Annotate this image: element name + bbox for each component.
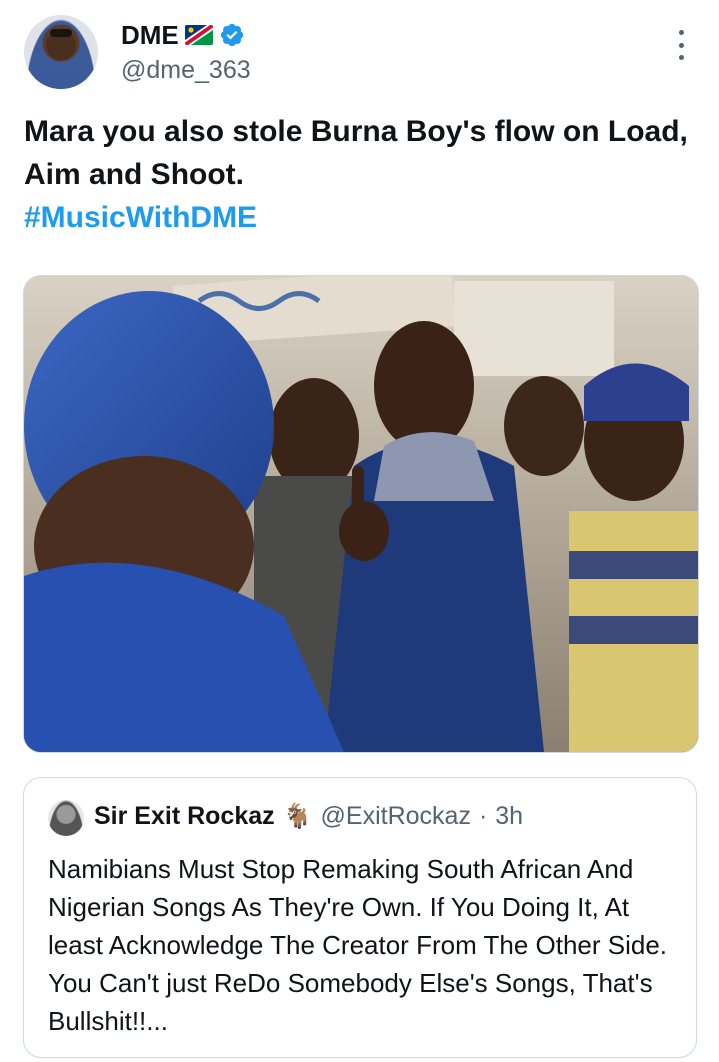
namibia-flag-icon: [184, 25, 213, 45]
avatar-portrait-icon: [29, 29, 93, 89]
tweet-body: Mara you also stole Burna Boy's flow on …: [24, 115, 688, 191]
protest-photo: [24, 276, 698, 752]
quoted-author-avatar[interactable]: [48, 800, 84, 836]
quoted-tweet-text: Namibians Must Stop Remaking South Afric…: [48, 854, 668, 1036]
more-options-icon[interactable]: [671, 30, 691, 60]
quoted-author-display-name[interactable]: Sir Exit Rockaz: [94, 802, 275, 831]
goat-emoji-icon: 🐐: [282, 803, 313, 830]
separator-dot: ·: [478, 802, 488, 830]
hashtag-link[interactable]: #MusicWithDME: [24, 196, 694, 239]
tweet-media-photo[interactable]: [23, 275, 699, 753]
quoted-tweet-card[interactable]: Sir Exit Rockaz 🐐 @ExitRockaz · 3h Namib…: [23, 777, 697, 1058]
verified-badge-icon[interactable]: [219, 22, 245, 48]
author-name-row: DME: [121, 18, 245, 52]
author-handle[interactable]: @dme_363: [121, 54, 251, 86]
quoted-tweet-timestamp[interactable]: 3h: [495, 802, 523, 831]
quoted-author-handle[interactable]: @ExitRockaz: [321, 802, 471, 831]
author-avatar[interactable]: [24, 15, 98, 89]
author-display-name[interactable]: DME: [121, 18, 179, 52]
quoted-tweet-header: Sir Exit Rockaz 🐐 @ExitRockaz · 3h: [94, 802, 523, 831]
tweet-text: Mara you also stole Burna Boy's flow on …: [24, 110, 694, 239]
